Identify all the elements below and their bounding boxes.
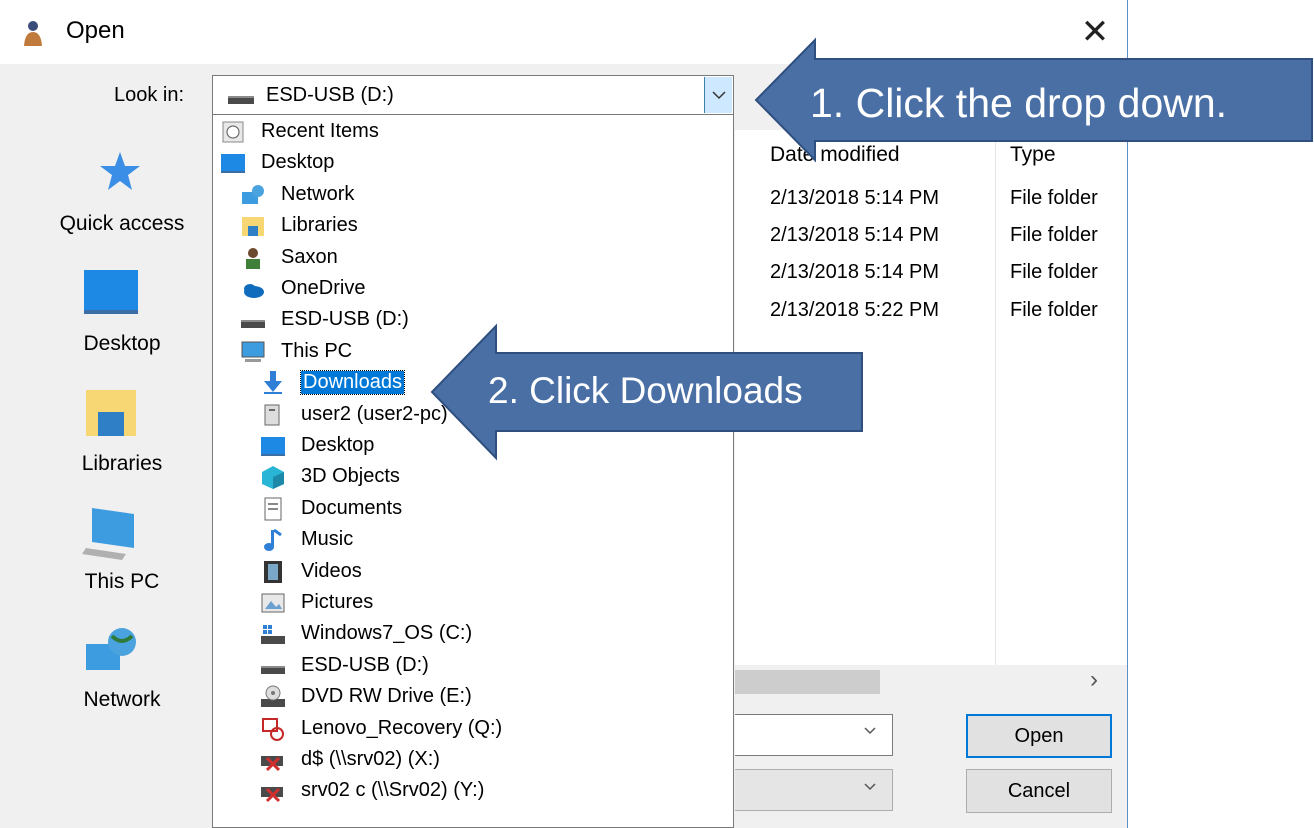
callout-text-1: 1. Click the drop down.: [810, 80, 1228, 126]
callout-text-2: 2. Click Downloads: [488, 370, 803, 411]
